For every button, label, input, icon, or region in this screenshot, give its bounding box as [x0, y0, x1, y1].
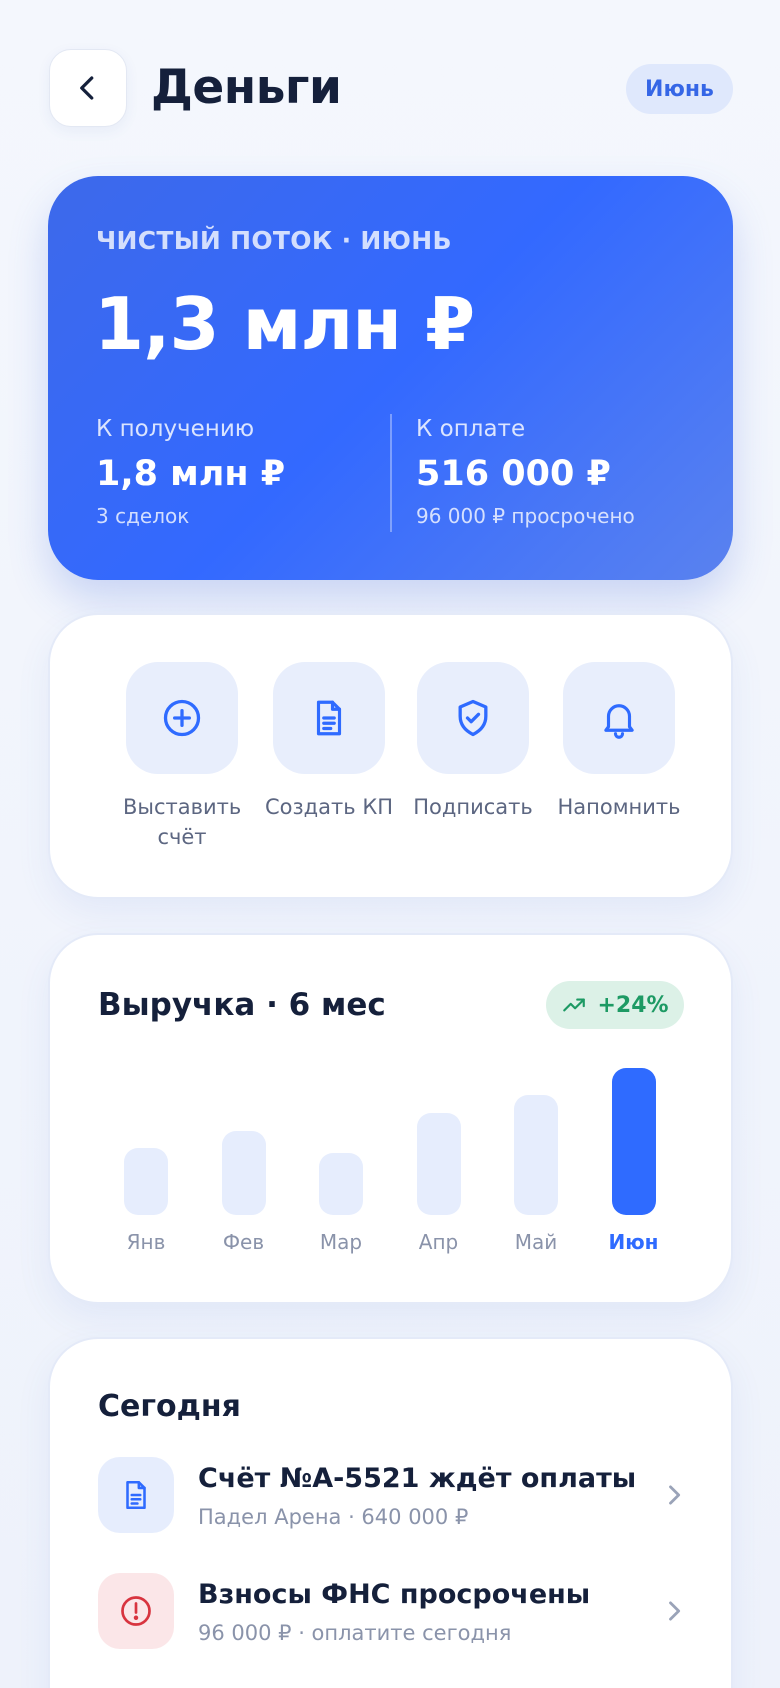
alert-icon [121, 1596, 151, 1626]
bar-label: Фев [222, 1230, 265, 1254]
chevron-right-icon [669, 1485, 681, 1505]
action-label: Создать КП [264, 795, 394, 819]
quick-actions-card: Выставить счёт Создать КП Подписать Напо… [48, 613, 733, 899]
task-subtitle: Падел Арена · 640 000 ₽ [198, 1505, 469, 1529]
bar-1[interactable] [124, 1148, 168, 1215]
action-sign[interactable]: Подписать [400, 662, 546, 822]
net-flow-amount: 1,3 млн ₽ [94, 282, 475, 366]
payable-value: 516 000 ₽ [416, 454, 611, 494]
receivable-label: К получению [96, 416, 255, 442]
task-title: Счёт №А-5521 ждёт оплаты [198, 1463, 637, 1494]
back-button[interactable] [49, 49, 127, 127]
task-subtitle: 96 000 ₽ · оплатите сегодня [198, 1621, 512, 1645]
action-tile[interactable] [273, 662, 385, 774]
revenue-card: Выручка · 6 мес +24% Янв Фев Мар Апр Май Июн [48, 933, 733, 1304]
action-label: Выставить счёт [123, 795, 242, 849]
bar-5[interactable] [514, 1095, 558, 1215]
plus-circle-icon [163, 699, 201, 737]
bar-2[interactable] [221, 1131, 266, 1215]
today-title: Сегодня [98, 1389, 241, 1424]
payable-block[interactable]: К оплате 516 000 ₽ 96 000 ₽ просрочено [416, 416, 635, 528]
bar-label: Июн [608, 1230, 659, 1254]
task-icon-tile [98, 1573, 174, 1649]
bar-4[interactable] [416, 1113, 461, 1215]
net-flow-label: ЧИСТЫЙ ПОТОК · ИЮНЬ [96, 226, 452, 255]
document-icon [316, 700, 342, 736]
payable-sub: 96 000 ₽ просрочено [416, 504, 635, 528]
bar-label: Апр [418, 1230, 459, 1254]
action-remind[interactable]: Напомнить [546, 662, 692, 822]
chevron-left-icon [80, 76, 94, 100]
page-title: Деньги [151, 60, 342, 115]
bar-label: Мар [319, 1230, 363, 1254]
task-invoice[interactable]: Счёт №А-5521 ждёт оплаты Падел Арена · 6… [98, 1457, 688, 1533]
revenue-bar-chart: Янв Фев Мар Апр Май Июн [50, 935, 735, 1306]
action-label: Напомнить [557, 795, 681, 819]
shield-check-icon [458, 699, 488, 737]
receivable-value: 1,8 млн ₽ [96, 454, 286, 494]
bar-label: Янв [126, 1230, 166, 1254]
action-tile[interactable] [126, 662, 238, 774]
action-create-proposal[interactable]: Создать КП [254, 662, 404, 822]
document-icon [126, 1480, 146, 1510]
task-icon-tile [98, 1457, 174, 1533]
action-issue-invoice[interactable]: Выставить счёт [109, 662, 255, 852]
payable-label: К оплате [416, 416, 526, 442]
net-flow-card: ЧИСТЫЙ ПОТОК · ИЮНЬ 1,3 млн ₽ К получени… [48, 176, 733, 580]
action-tile[interactable] [417, 662, 529, 774]
bar-3[interactable] [319, 1153, 363, 1215]
action-tile[interactable] [563, 662, 675, 774]
bar-6[interactable] [611, 1068, 656, 1215]
bell-icon [604, 704, 634, 739]
chevron-right-icon [669, 1601, 681, 1621]
action-label: Подписать [413, 795, 533, 819]
today-card: Сегодня Счёт №А-5521 ждёт оплаты Падел А… [48, 1337, 733, 1688]
divider [390, 414, 392, 532]
month-selector[interactable]: Июнь [626, 64, 733, 114]
task-title: Взносы ФНС просрочены [198, 1579, 591, 1610]
bar-label: Май [514, 1230, 558, 1254]
task-tax[interactable]: Взносы ФНС просрочены 96 000 ₽ · оплатит… [98, 1573, 688, 1649]
receivable-block[interactable]: К получению 1,8 млн ₽ 3 сделок [96, 416, 285, 528]
receivable-sub: 3 сделок [96, 504, 190, 528]
